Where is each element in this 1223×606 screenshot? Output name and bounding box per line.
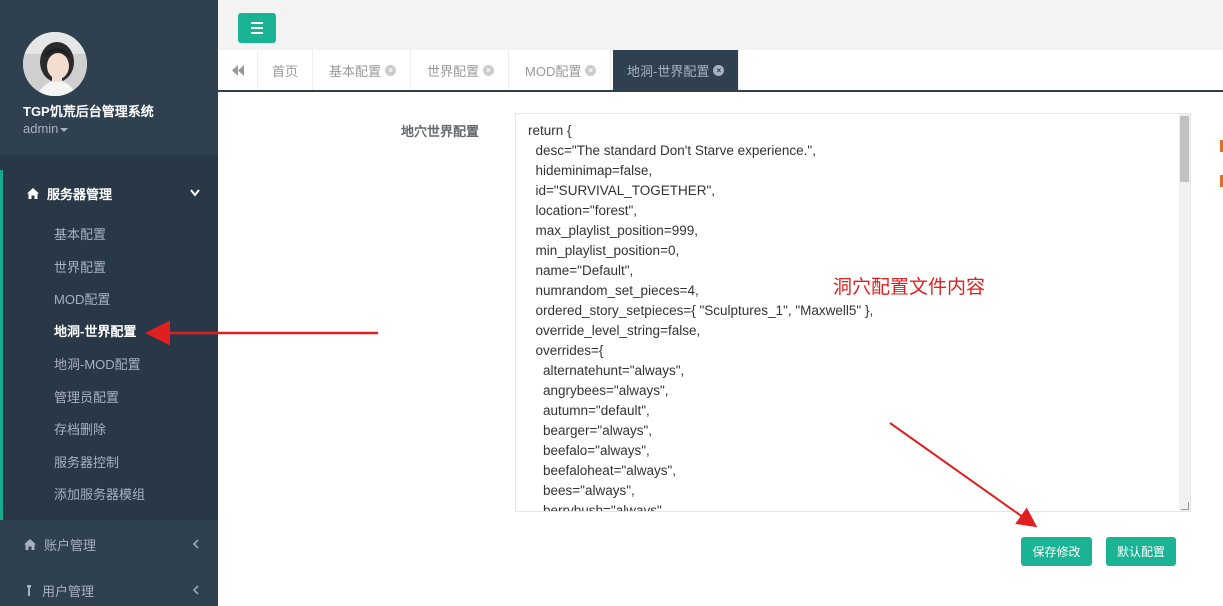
tab-bar: 首页 基本配置 × 世界配置 × MOD配置 × 地洞-世界配置 ×	[218, 50, 1223, 92]
sidebar: TGP饥荒后台管理系统 admin 服务器管理 基本配置 世界配置 MOD配置 …	[0, 0, 218, 606]
nav-group-server: 服务器管理 基本配置 世界配置 MOD配置 地洞-世界配置 地洞-MOD配置 管…	[0, 170, 218, 520]
sidebar-item-server-control[interactable]: 服务器控制	[54, 452, 119, 471]
sidebar-item-save-delete[interactable]: 存档删除	[54, 419, 106, 438]
scrollbar-thumb[interactable]	[1180, 116, 1189, 182]
tab-home[interactable]: 首页	[258, 50, 314, 90]
hamburger-icon-line	[251, 32, 263, 34]
tab-label: 世界配置	[427, 63, 480, 79]
close-icon[interactable]: ×	[585, 64, 597, 76]
close-icon[interactable]: ×	[483, 64, 495, 76]
nav-group-server-header[interactable]: 服务器管理	[27, 184, 112, 203]
sidebar-item-mod-config[interactable]: MOD配置	[54, 289, 110, 308]
nav-group-account[interactable]: 账户管理	[24, 535, 96, 554]
sidebar-item-basic-config[interactable]: 基本配置	[54, 224, 106, 243]
topbar	[218, 0, 1223, 50]
tab-home-label: 首页	[272, 63, 299, 79]
tab-label: MOD配置	[525, 63, 582, 79]
cave-world-config-label: 地穴世界配置	[401, 124, 480, 139]
sidebar-item-cave-world-config[interactable]: 地洞-世界配置	[54, 321, 136, 340]
config-text: return { desc="The standard Don't Starve…	[528, 123, 874, 512]
nav-group-users-label: 用户管理	[42, 584, 95, 599]
tab-basic-config[interactable]: 基本配置 ×	[315, 50, 412, 90]
tab-scroll-left-button[interactable]	[218, 50, 258, 90]
hamburger-icon-line	[251, 22, 263, 24]
nav-group-users[interactable]: 用户管理	[24, 581, 94, 600]
nav-divider	[0, 155, 218, 170]
nav-group-account-label: 账户管理	[44, 538, 97, 553]
close-icon[interactable]: ×	[385, 64, 397, 76]
sidebar-item-cave-mod-config[interactable]: 地洞-MOD配置	[54, 354, 141, 373]
nav-group-server-label: 服务器管理	[47, 187, 113, 202]
hamburger-icon-line	[251, 27, 263, 29]
menu-toggle-button[interactable]	[238, 13, 276, 43]
chevron-down-icon	[190, 189, 200, 197]
double-chevron-left-icon	[231, 64, 244, 76]
tab-mod-config[interactable]: MOD配置 ×	[511, 50, 612, 90]
user-icon	[27, 585, 31, 596]
resize-handle[interactable]	[1181, 502, 1189, 510]
tab-label: 基本配置	[329, 63, 382, 79]
home-icon	[24, 539, 36, 550]
default-config-button[interactable]: 默认配置	[1106, 537, 1176, 566]
chevron-left-icon	[192, 585, 199, 595]
app-title: TGP饥荒后台管理系统	[23, 104, 154, 119]
user-name: admin	[23, 121, 59, 136]
tab-world-config[interactable]: 世界配置 ×	[413, 50, 510, 90]
save-button[interactable]: 保存修改	[1021, 537, 1092, 566]
sidebar-item-admin-config[interactable]: 管理员配置	[54, 387, 119, 406]
annotation-text: 洞穴配置文件内容	[833, 277, 986, 298]
sidebar-item-world-config[interactable]: 世界配置	[54, 257, 106, 276]
avatar[interactable]	[23, 32, 87, 96]
tab-cave-world-config[interactable]: 地洞-世界配置 ×	[613, 50, 740, 90]
scrollbar[interactable]	[1179, 114, 1190, 511]
main-content: 地穴世界配置 return { desc="The standard Don't…	[218, 92, 1223, 606]
tab-label: 地洞-世界配置	[627, 63, 710, 79]
sidebar-item-add-server-mod[interactable]: 添加服务器模组	[54, 484, 145, 503]
chevron-left-icon	[192, 539, 199, 549]
close-icon[interactable]: ×	[713, 64, 725, 76]
home-icon	[27, 188, 39, 199]
profile-panel: TGP饥荒后台管理系统 admin	[0, 0, 218, 155]
user-dropdown[interactable]: admin	[23, 121, 69, 136]
cave-world-config-textarea[interactable]: return { desc="The standard Don't Starve…	[515, 113, 1191, 512]
caret-down-icon	[60, 127, 69, 132]
